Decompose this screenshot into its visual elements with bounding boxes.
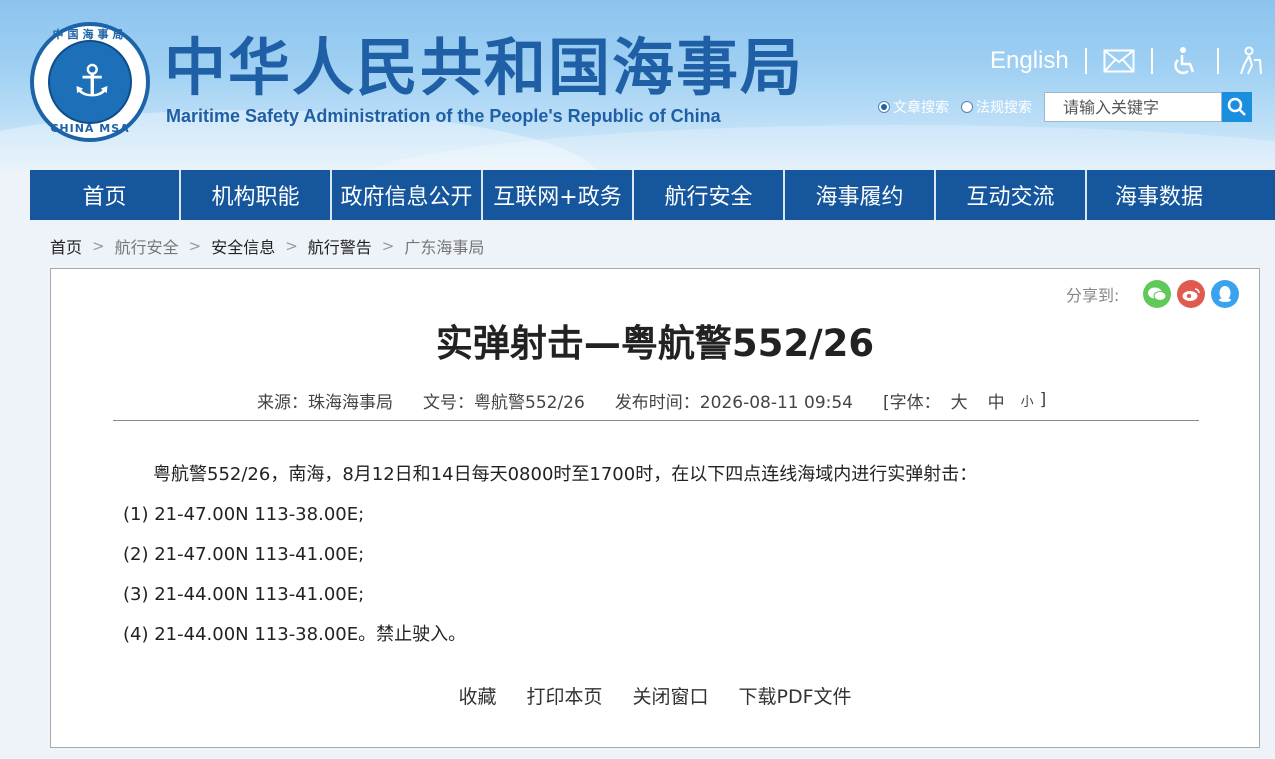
nav-maritime-compliance[interactable]: 海事履约 — [785, 170, 936, 220]
download-pdf-link[interactable]: 下载PDF文件 — [739, 682, 852, 709]
breadcrumb-guangdong-msa[interactable]: 广东海事局 — [404, 234, 484, 258]
breadcrumb-separator: > — [92, 237, 105, 255]
coordinate-point: (1) 21-47.00N 113-38.00E; — [123, 504, 365, 525]
nav-organization[interactable]: 机构职能 — [181, 170, 332, 220]
breadcrumb-navigation-safety[interactable]: 航行安全 — [115, 234, 179, 258]
share-label: 分享到: — [1066, 286, 1120, 305]
article-actions: 收藏 打印本页 关闭窗口 下载PDF文件 — [51, 682, 1259, 709]
site-header: 中国海事局 ⚓ CHINA MSA 中华人民共和国海事局 Maritime Sa… — [0, 0, 1275, 170]
emblem-inner-circle: ⚓ — [48, 40, 132, 124]
meta-divider — [113, 420, 1199, 421]
breadcrumb: 首页 > 航行安全 > 安全信息 > 航行警告 > 广东海事局 — [50, 232, 484, 260]
share-bar: 分享到: — [1066, 279, 1245, 309]
emblem-bottom-text: CHINA MSA — [50, 122, 130, 135]
nav-interaction[interactable]: 互动交流 — [936, 170, 1087, 220]
article-meta: 来源：珠海海事局 文号：粤航警552/26 发布时间：2026-08-11 09… — [257, 387, 1046, 413]
article-panel: 分享到: 实弹射击—粤航警552/26 来源：珠海海事局 文号：粤航警552/2… — [50, 268, 1260, 748]
top-links: English — [990, 44, 1267, 78]
nav-home[interactable]: 首页 — [30, 170, 181, 220]
breadcrumb-home[interactable]: 首页 — [50, 234, 82, 258]
nav-internet-gov[interactable]: 互联网+政务 — [483, 170, 634, 220]
radio-selected-icon — [878, 101, 890, 113]
meta-source: 来源：珠海海事局 — [257, 392, 393, 413]
close-window-link[interactable]: 关闭窗口 — [632, 682, 708, 709]
coordinate-point: (3) 21-44.00N 113-41.00E; — [123, 584, 365, 605]
nav-navigation-safety[interactable]: 航行安全 — [634, 170, 785, 220]
breadcrumb-separator: > — [188, 237, 202, 255]
nav-maritime-data[interactable]: 海事数据 — [1087, 170, 1231, 220]
msa-emblem-logo[interactable]: 中国海事局 ⚓ CHINA MSA — [30, 22, 150, 142]
search-area: 文章搜索 法规搜索 — [878, 92, 1252, 122]
qq-icon[interactable] — [1211, 280, 1240, 308]
print-link[interactable]: 打印本页 — [526, 682, 602, 709]
main-nav: 首页 机构职能 政府信息公开 互联网+政务 航行安全 海事履约 互动交流 海事数… — [30, 170, 1275, 220]
article-title: 实弹射击—粤航警552/26 — [435, 322, 875, 365]
breadcrumb-safety-info[interactable]: 安全信息 — [211, 234, 275, 258]
favorite-link[interactable]: 收藏 — [458, 682, 496, 709]
wechat-icon[interactable] — [1143, 280, 1172, 308]
anchor-icon: ⚓ — [72, 56, 112, 107]
article-search-label: 文章搜索 — [893, 100, 949, 116]
divider — [1150, 48, 1153, 74]
font-size-close: ] — [1039, 390, 1047, 410]
coordinate-point: (4) 21-44.00N 113-38.00E。禁止驶入。 — [123, 624, 467, 645]
elder-care-icon[interactable] — [1235, 46, 1267, 76]
weibo-icon[interactable] — [1177, 280, 1206, 308]
breadcrumb-separator: > — [381, 237, 395, 255]
article-search-radio[interactable]: 文章搜索 — [878, 97, 949, 117]
article-intro: 粤航警552/26，南海，8月12日和14日每天0800时至1700时，在以下四… — [153, 464, 978, 485]
font-size-small[interactable]: 小 — [1021, 391, 1034, 410]
font-size-label: [字体： — [883, 392, 941, 413]
search-button[interactable] — [1222, 92, 1252, 122]
meta-doc-number: 文号：粤航警552/26 — [423, 392, 585, 413]
breadcrumb-separator: > — [285, 237, 298, 255]
coordinate-point: (2) 21-47.00N 113-41.00E; — [123, 544, 365, 565]
law-search-radio[interactable]: 法规搜索 — [961, 97, 1032, 117]
search-input[interactable] — [1044, 92, 1222, 122]
divider — [1084, 48, 1087, 74]
font-size-large[interactable]: 大 — [951, 388, 968, 413]
accessibility-icon[interactable] — [1169, 46, 1201, 76]
site-title[interactable]: 中华人民共和国海事局 — [164, 32, 804, 104]
radio-unselected-icon — [961, 101, 973, 113]
nav-gov-info[interactable]: 政府信息公开 — [332, 170, 483, 220]
site-subtitle: Maritime Safety Administration of the Pe… — [166, 106, 721, 126]
divider — [1216, 48, 1219, 74]
law-search-label: 法规搜索 — [976, 100, 1032, 116]
breadcrumb-nav-warning[interactable]: 航行警告 — [308, 234, 372, 258]
font-size-medium[interactable]: 中 — [988, 388, 1005, 413]
article-body: 粤航警552/26，南海，8月12日和14日每天0800时至1700时，在以下四… — [123, 455, 1203, 655]
search-icon — [1227, 97, 1246, 116]
english-link[interactable]: English — [990, 47, 1069, 75]
meta-publish-time: 发布时间：2026-08-11 09:54 — [614, 392, 854, 413]
mail-icon[interactable] — [1103, 46, 1135, 76]
